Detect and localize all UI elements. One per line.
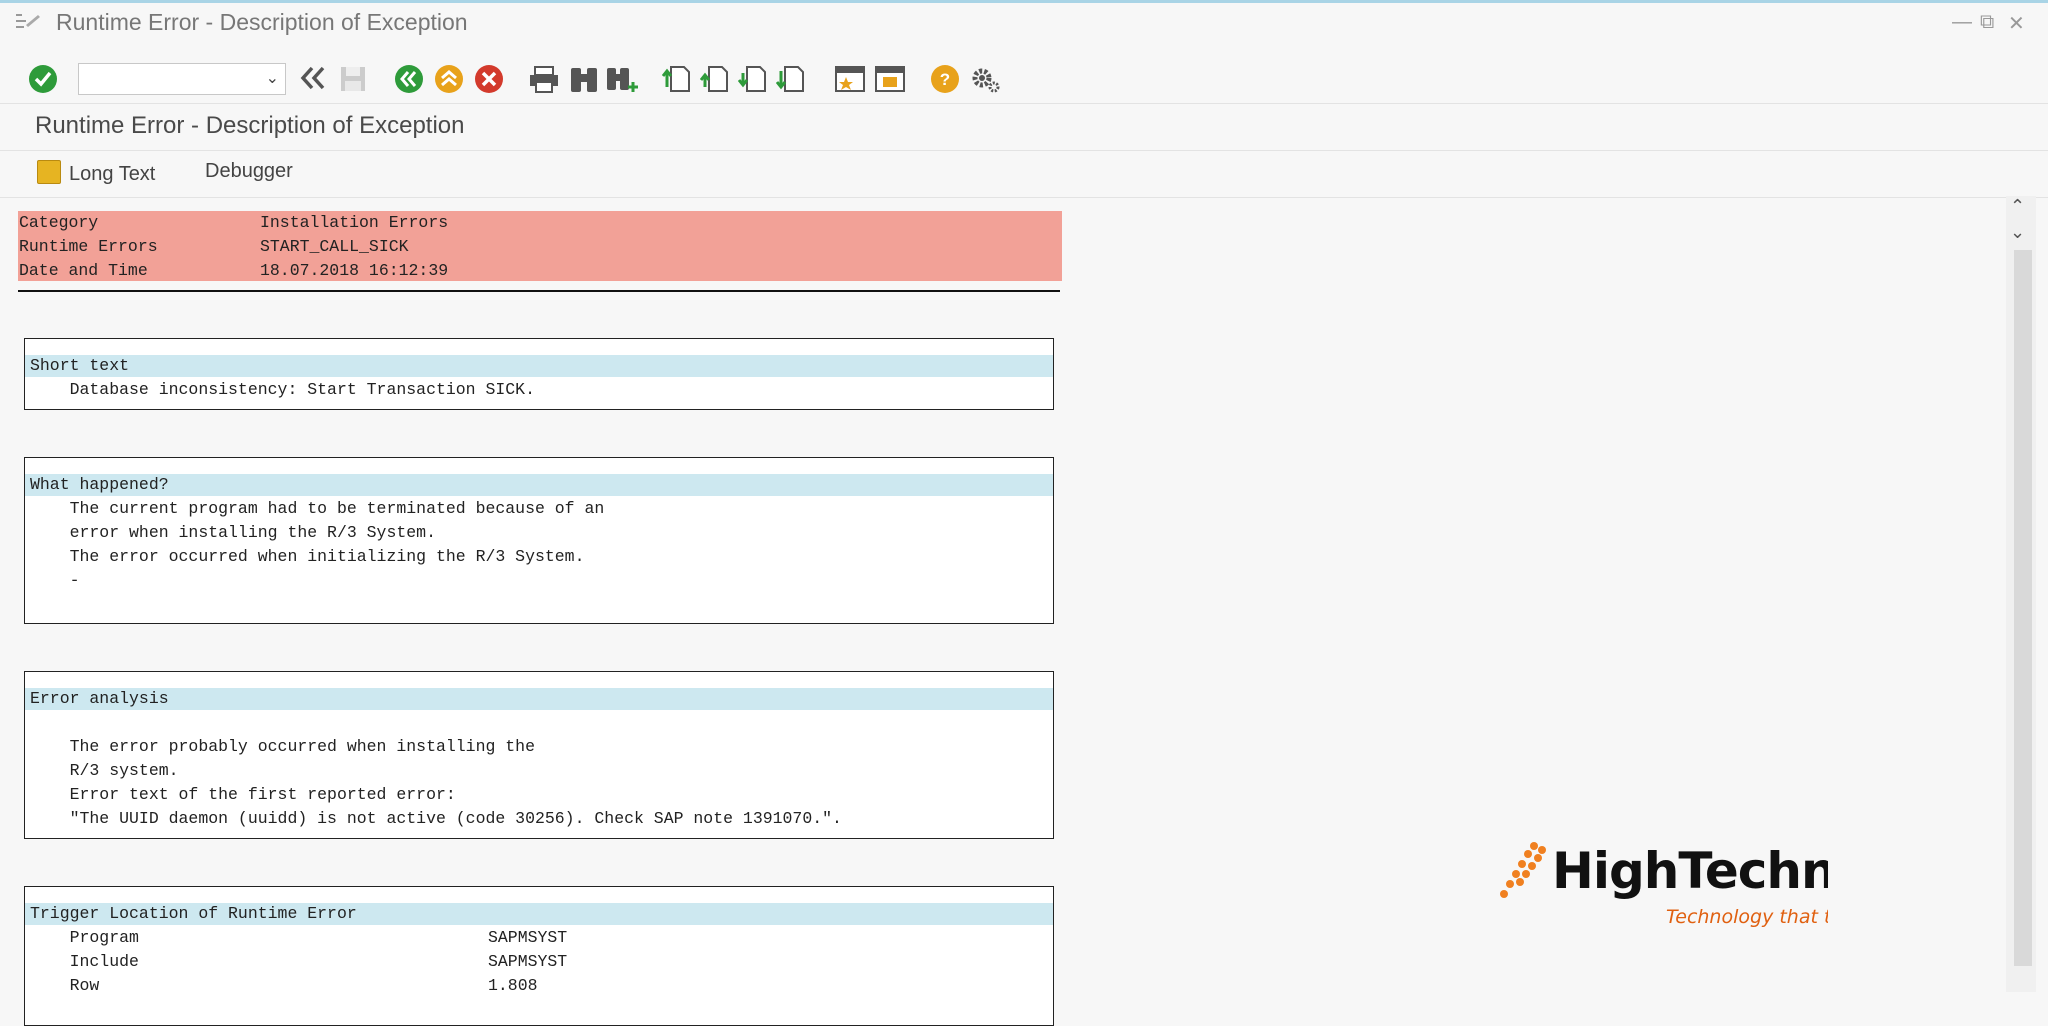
section-heading-bar: [25, 355, 1053, 377]
section-line: The error occurred when initializing the…: [30, 547, 585, 566]
section-line: Database inconsistency: Start Transactio…: [30, 380, 535, 399]
logo-tagline: Technology that te: [1666, 906, 1828, 928]
error-header: Category Installation Errors Runtime Err…: [18, 211, 1062, 281]
error-analysis-section: Error analysis The error probably occurr…: [24, 671, 1054, 839]
enter-icon[interactable]: [28, 64, 58, 99]
trigger-value: SAPMSYST: [488, 928, 568, 947]
chevron-down-icon[interactable]: ⌄: [266, 68, 279, 88]
trigger-label: Program: [30, 928, 139, 947]
previous-page-icon[interactable]: [699, 63, 730, 100]
divider: [0, 150, 2048, 151]
find-icon[interactable]: [568, 64, 600, 99]
close-window-icon[interactable]: ✕: [2008, 11, 2025, 36]
short-text-section: Short text Database inconsistency: Start…: [24, 338, 1054, 410]
find-next-icon[interactable]: [604, 64, 640, 99]
section-title: What happened?: [30, 475, 169, 494]
menu-icon[interactable]: [14, 11, 42, 36]
section-line: R/3 system.: [30, 761, 179, 780]
last-page-icon[interactable]: [775, 63, 806, 100]
print-icon[interactable]: [528, 64, 560, 99]
divider: [0, 103, 2048, 104]
watermark-logo: HighTechnolo Technology that te: [1498, 840, 1828, 940]
help-icon[interactable]: ?: [930, 64, 960, 99]
section-heading-bar: [25, 474, 1053, 496]
section-line: The error probably occurred when install…: [30, 737, 535, 756]
section-line: -: [30, 571, 80, 590]
divider: [0, 197, 2048, 198]
first-page-icon[interactable]: [661, 63, 692, 100]
scroll-down-icon[interactable]: ⌄: [2010, 222, 2025, 243]
document-icon: [37, 160, 61, 184]
vertical-scrollbar[interactable]: ⌃ ⌄: [2006, 196, 2036, 992]
restore-icon[interactable]: ⧉: [1980, 11, 1994, 34]
create-session-icon[interactable]: [834, 63, 866, 100]
back-double-icon[interactable]: [298, 62, 328, 99]
svg-text:?: ?: [940, 70, 950, 89]
long-text-label: Long Text: [69, 163, 156, 185]
header-value: START_CALL_SICK: [260, 237, 409, 256]
what-happened-section: What happened? The current program had t…: [24, 457, 1054, 624]
header-rule: [18, 290, 1060, 292]
header-label: Runtime Errors: [19, 237, 158, 256]
debugger-label: Debugger: [205, 160, 293, 182]
header-value: Installation Errors: [260, 213, 449, 232]
settings-icon[interactable]: [968, 64, 1002, 99]
command-field[interactable]: ⌄: [78, 63, 286, 95]
section-heading-bar: [25, 688, 1053, 710]
long-text-button[interactable]: Long Text: [37, 160, 155, 186]
header-label: Category: [19, 213, 99, 232]
section-line: error when installing the R/3 System.: [30, 523, 436, 542]
window-title-bar: Runtime Error - Description of Exception…: [0, 3, 2048, 43]
save-icon[interactable]: [338, 64, 368, 99]
back-icon[interactable]: [394, 64, 424, 99]
logo-wordmark: HighTechnolo: [1552, 842, 1828, 900]
section-line: Error text of the first reported error:: [30, 785, 456, 804]
cancel-icon[interactable]: [474, 64, 504, 99]
header-label: Date and Time: [19, 261, 148, 280]
minimize-icon[interactable]: —: [1952, 11, 1972, 34]
next-page-icon[interactable]: [737, 63, 768, 100]
section-title: Error analysis: [30, 689, 169, 708]
debugger-button[interactable]: Debugger: [205, 160, 293, 183]
page-title: Runtime Error - Description of Exception: [35, 112, 465, 139]
header-value: 18.07.2018 16:12:39: [260, 261, 449, 280]
scroll-up-icon[interactable]: ⌃: [2010, 196, 2025, 217]
logo-mark-icon: [1500, 842, 1546, 898]
section-line: "The UUID daemon (uuidd) is not active (…: [30, 809, 842, 828]
exit-icon[interactable]: [434, 64, 464, 99]
window-title: Runtime Error - Description of Exception: [56, 9, 468, 35]
section-line: The current program had to be terminated…: [30, 499, 605, 518]
shortcut-icon[interactable]: [874, 63, 906, 100]
trigger-value: 1.808: [488, 976, 538, 995]
trigger-label: Row: [30, 976, 100, 995]
trigger-location-section: Trigger Location of Runtime Error Progra…: [24, 886, 1054, 1026]
system-toolbar: ⌄ ?: [0, 60, 2048, 104]
trigger-value: SAPMSYST: [488, 952, 568, 971]
section-title: Trigger Location of Runtime Error: [30, 904, 357, 923]
trigger-label: Include: [30, 952, 139, 971]
scrollbar-thumb[interactable]: [2014, 250, 2032, 966]
section-title: Short text: [30, 356, 130, 375]
